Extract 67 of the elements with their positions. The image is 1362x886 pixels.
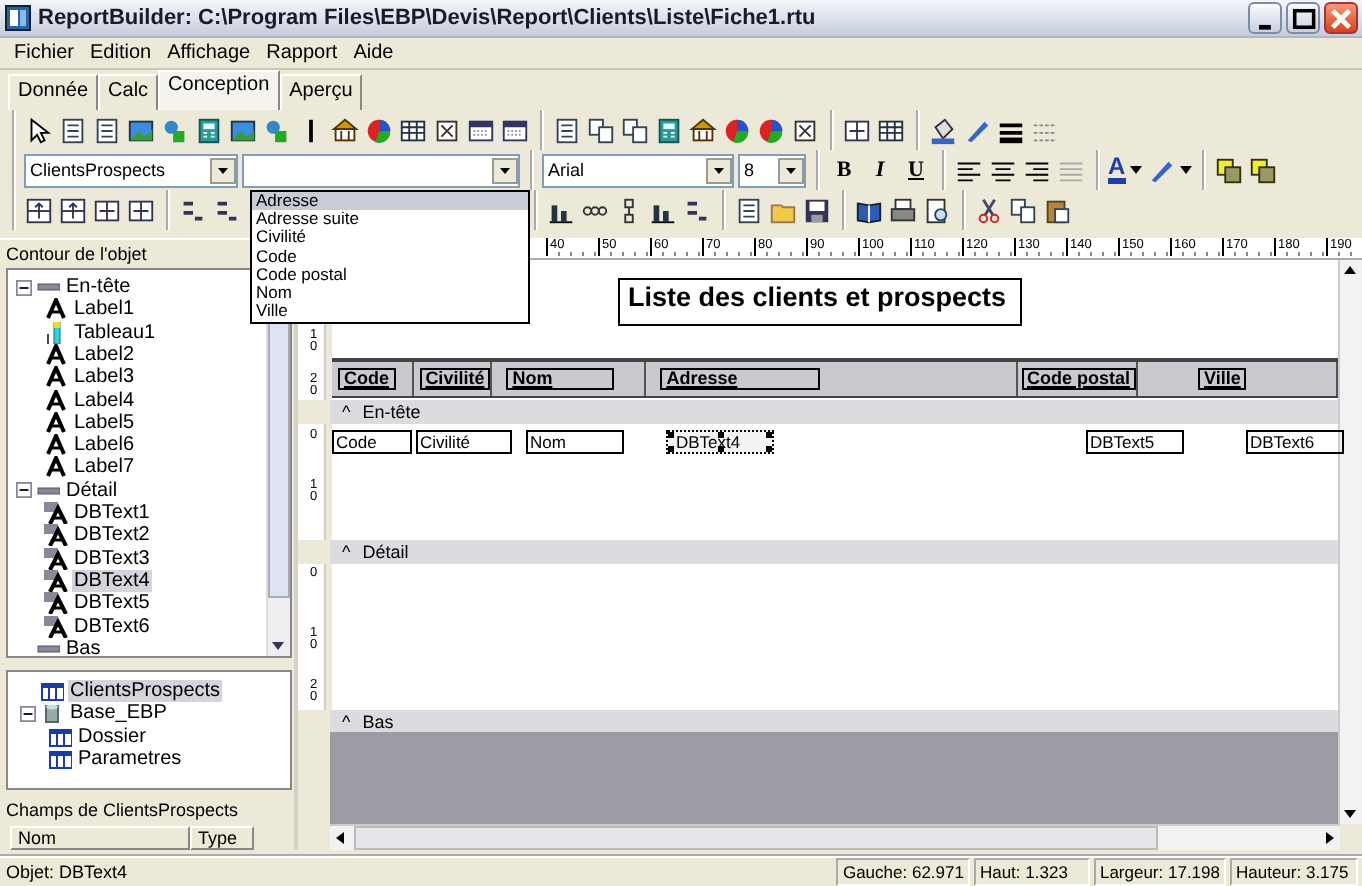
tab[interactable]: Donnée <box>8 74 99 110</box>
font-dropdown[interactable]: Arial <box>542 153 734 187</box>
tree-item[interactable]: Parametres <box>76 748 184 770</box>
tab[interactable]: Conception <box>158 70 280 110</box>
column-header[interactable]: Type <box>190 826 254 850</box>
dropdown-option[interactable]: Adresse <box>252 192 528 211</box>
dropdown-option[interactable]: Adresse suite <box>252 210 528 229</box>
tree-item[interactable]: Label3 <box>72 366 137 389</box>
tree-item[interactable]: En-tête <box>64 276 133 299</box>
tree-item[interactable]: DBText4 <box>72 569 152 592</box>
tree-item[interactable]: Détail <box>64 479 120 502</box>
tree-item[interactable]: DBText2 <box>72 524 152 547</box>
tree-item[interactable]: Label5 <box>72 411 137 434</box>
font-size-dropdown[interactable]: 8 <box>738 153 806 187</box>
status-panel: Hauteur: 3.175 <box>1230 858 1358 886</box>
tree-item[interactable]: Label4 <box>72 389 137 412</box>
tree-item[interactable]: Label1 <box>72 298 137 321</box>
status-panel: Gauche: 62.971 <box>836 858 970 886</box>
text-field[interactable]: Code <box>332 430 412 454</box>
tree-item[interactable]: Label2 <box>72 344 137 366</box>
status-text: Objet: DBText4 <box>4 862 130 882</box>
collapse-marker[interactable]: ^ <box>342 542 351 562</box>
column-label: Code <box>338 368 395 390</box>
menu-item[interactable]: Rapport <box>258 42 346 65</box>
column-label: Ville <box>1198 368 1247 390</box>
column-label: Civilité <box>419 368 491 390</box>
tree-item[interactable]: DBText3 <box>72 547 152 570</box>
text-field[interactable]: Civilité <box>416 430 512 454</box>
text-field[interactable]: DBText5 <box>1086 430 1184 454</box>
font-color-button[interactable]: A <box>1108 156 1126 184</box>
column-label: Nom <box>506 368 615 390</box>
tree-item[interactable]: Tableau1 <box>72 321 158 344</box>
tree-item[interactable]: Label7 <box>72 456 137 479</box>
tree-item[interactable]: DBText5 <box>72 592 152 615</box>
text-field[interactable]: Nom <box>526 430 624 454</box>
column-header[interactable]: Nom <box>10 826 190 850</box>
underline-button[interactable]: U <box>900 158 932 182</box>
menu-item[interactable]: Edition <box>82 42 160 65</box>
menu-item[interactable]: Fichier <box>6 42 83 65</box>
text-field[interactable]: DBText6 <box>1246 430 1344 454</box>
tree-item[interactable]: DBText1 <box>72 502 152 525</box>
tab[interactable]: Calc <box>98 74 159 110</box>
menu-item[interactable]: Aide <box>345 42 402 65</box>
bold-button[interactable]: B <box>828 158 860 182</box>
menu-item[interactable]: Affichage <box>159 42 259 65</box>
status-panel: Largeur: 17.198 <box>1093 858 1226 886</box>
band-label: Bas <box>362 711 394 731</box>
data-source-dropdown[interactable]: ClientsProspects <box>24 153 238 187</box>
window-title: ReportBuilder: C:\Program Files\EBP\Devis\Report\Clients\Liste\Fiche1.rtu <box>38 6 818 31</box>
panel-title: Champs de ClientsProspects <box>4 798 241 824</box>
tree-item[interactable]: DBText6 <box>72 615 152 638</box>
tree-item[interactable]: Dossier <box>76 725 148 748</box>
report-title: Liste des clients et prospects <box>618 278 1022 326</box>
tree-item[interactable]: ClientsProspects <box>68 680 223 703</box>
text-field[interactable]: DBText4 <box>666 430 774 454</box>
tree-item[interactable]: Label6 <box>72 434 137 457</box>
status-panel: Haut: 1.323 <box>973 858 1090 886</box>
collapse-marker[interactable]: ^ <box>342 711 351 731</box>
tree-item[interactable]: Bas <box>64 637 103 660</box>
band-label: En-tête <box>362 402 421 422</box>
column-label: Adresse <box>660 368 820 390</box>
italic-button[interactable]: I <box>864 158 896 182</box>
tree-item[interactable]: Base_EBP <box>68 702 169 725</box>
column-label: Code postal <box>1021 368 1137 390</box>
tab[interactable]: Aperçu <box>279 74 363 110</box>
collapse-marker[interactable]: ^ <box>342 402 351 422</box>
band-label: Détail <box>362 542 409 562</box>
